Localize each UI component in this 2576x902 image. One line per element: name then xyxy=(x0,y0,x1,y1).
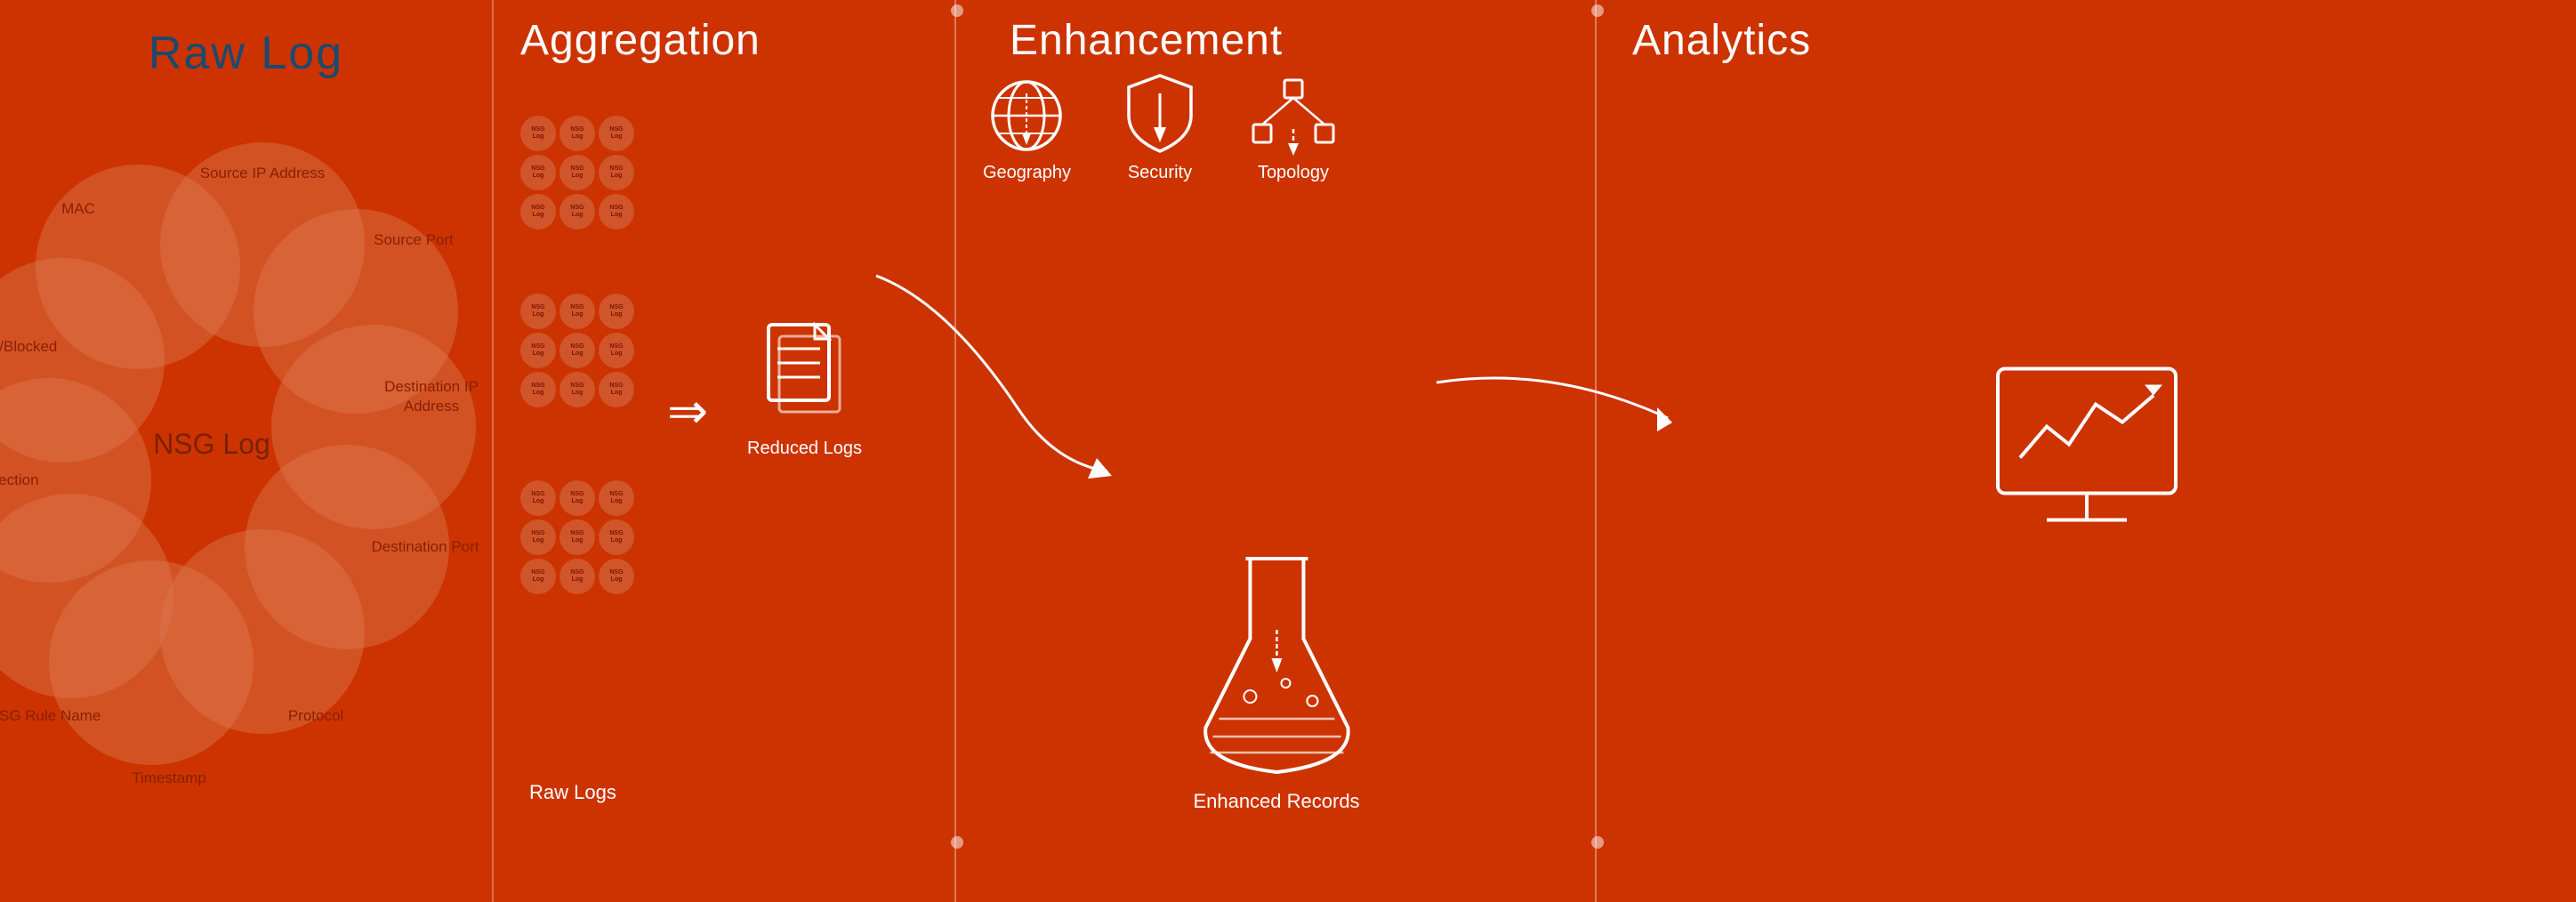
nsg-bubble: NSGLog xyxy=(520,372,556,407)
nsg-bubble: NSGLog xyxy=(559,480,595,516)
nsg-bubble: NSGLog xyxy=(520,294,556,329)
shield-icon xyxy=(1124,71,1195,156)
nsg-bubble: NSGLog xyxy=(599,333,634,368)
topology-group: Topology xyxy=(1249,76,1338,183)
label-source-ip: Source IP Address xyxy=(200,165,326,181)
label-mac: MAC xyxy=(61,200,95,217)
nsg-bubble: NSGLog xyxy=(520,155,556,190)
label-direction: Direction xyxy=(0,471,39,488)
circle-mac xyxy=(36,165,240,369)
flask-container: Enhanced Records xyxy=(1193,550,1359,813)
label-dest-port: Destination Port xyxy=(372,538,479,555)
nsg-bubble-group-3: NSGLog NSGLog NSGLog NSGLog NSGLog NSGLo… xyxy=(520,480,634,594)
analytics-section: Analytics xyxy=(1597,0,2576,902)
topology-label: Topology xyxy=(1258,163,1329,183)
enhancement-title: Enhancement xyxy=(1010,16,1283,65)
nsg-log-center-label: NSG Log xyxy=(153,428,270,460)
analytics-title: Analytics xyxy=(1632,16,1811,65)
arrow-right-icon: ⇒ xyxy=(667,383,708,439)
nsg-bubble: NSGLog xyxy=(599,519,634,555)
nsg-bubble: NSGLog xyxy=(599,372,634,407)
reduced-logs-doc: Reduced Logs xyxy=(747,320,862,459)
nsg-bubble: NSGLog xyxy=(520,559,556,594)
nsg-bubble: NSGLog xyxy=(559,116,595,151)
geography-group: Geography xyxy=(983,76,1071,183)
nsg-bubble: NSGLog xyxy=(559,372,595,407)
nsg-bubble: NSGLog xyxy=(559,559,595,594)
reduced-logs-label: Reduced Logs xyxy=(747,439,862,459)
nsg-stack-3: NSGLog NSGLog NSGLog NSGLog NSGLog NSGLo… xyxy=(520,480,634,594)
venn-diagram: Source IP Address Source Port Destinatio… xyxy=(0,71,494,872)
raw-log-title: Raw Log xyxy=(0,0,492,80)
label-allowed: Allowed/Blocked xyxy=(0,338,57,355)
nsg-bubble: NSGLog xyxy=(559,155,595,190)
nsg-stack-2: NSGLog NSGLog NSGLog NSGLog NSGLog NSGLo… xyxy=(520,294,634,407)
geography-label: Geography xyxy=(983,163,1071,183)
nsg-bubble-group-2: NSGLog NSGLog NSGLog NSGLog NSGLog NSGLo… xyxy=(520,294,634,407)
enhanced-records-label: Enhanced Records xyxy=(1193,790,1359,813)
label-dest-ip-1: Destination IP xyxy=(384,378,479,395)
nsg-bubble: NSGLog xyxy=(520,194,556,230)
nsg-bubble: NSGLog xyxy=(599,194,634,230)
nsg-bubble: NSGLog xyxy=(599,116,634,151)
nsg-bubble: NSGLog xyxy=(520,116,556,151)
nsg-bubble: NSGLog xyxy=(520,333,556,368)
curved-arrow-to-analytics xyxy=(1419,311,1730,489)
security-group: Security xyxy=(1124,71,1195,183)
monitor-container xyxy=(1989,360,2185,543)
aggregation-title: Aggregation xyxy=(520,16,761,65)
nsg-bubble: NSGLog xyxy=(559,519,595,555)
globe-icon xyxy=(986,76,1067,156)
nsg-bubble: NSGLog xyxy=(559,194,595,230)
nsg-bubble: NSGLog xyxy=(520,480,556,516)
enhancement-icons-row: Geography Security xyxy=(983,71,1338,183)
raw-logs-label: Raw Logs xyxy=(529,781,616,804)
left-panel: Raw Log Source IP Address Source Port De… xyxy=(0,0,494,902)
nsg-bubble: NSGLog xyxy=(520,519,556,555)
label-dest-ip-2: Address xyxy=(404,398,459,415)
nsg-bubble: NSGLog xyxy=(559,294,595,329)
nsg-bubble: NSGLog xyxy=(599,480,634,516)
label-source-port: Source Port xyxy=(374,231,454,248)
right-panel: Aggregation NSGLog NSGLog NSGLog NSGLog … xyxy=(494,0,2576,902)
monitor-icon xyxy=(1989,360,2185,538)
label-timestamp: Timestamp xyxy=(132,769,205,786)
flask-icon xyxy=(1196,550,1356,781)
topology-icon xyxy=(1249,76,1338,156)
nsg-bubble: NSGLog xyxy=(599,559,634,594)
nsg-stack-1: NSGLog NSGLog NSGLog NSGLog NSGLog NSGLo… xyxy=(520,116,634,230)
nsg-bubble: NSGLog xyxy=(599,294,634,329)
security-label: Security xyxy=(1128,163,1192,183)
label-nsg-rule: NSG Rule Name xyxy=(0,707,101,724)
label-protocol: Protocol xyxy=(288,707,343,724)
document-icon xyxy=(760,320,849,427)
nsg-bubble-group-1: NSGLog NSGLog NSGLog NSGLog NSGLog NSGLo… xyxy=(520,116,634,230)
curved-arrow-icon xyxy=(858,231,1170,498)
nsg-bubble: NSGLog xyxy=(559,333,595,368)
nsg-bubble: NSGLog xyxy=(599,155,634,190)
